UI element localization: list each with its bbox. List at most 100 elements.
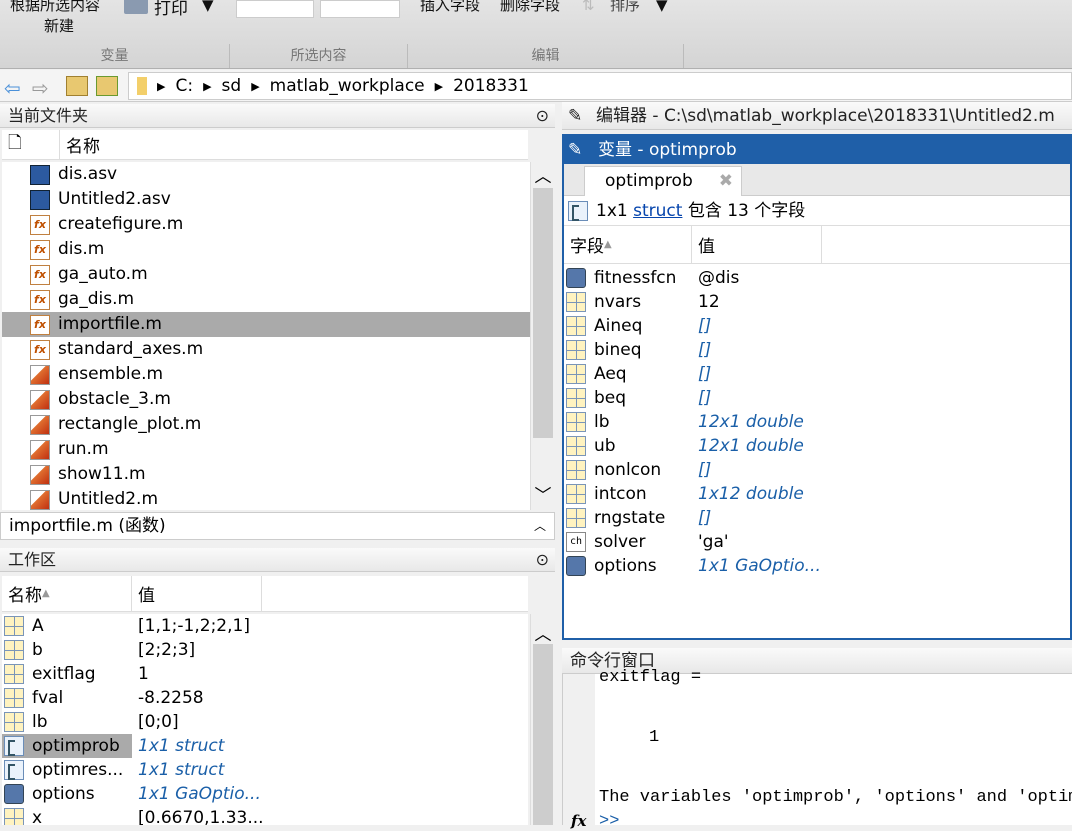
- forward-icon[interactable]: ⇨: [32, 76, 49, 100]
- struct-field[interactable]: options 1x1 GaOptio...: [564, 554, 1070, 578]
- file-item[interactable]: fx dis.m: [2, 237, 530, 262]
- struct-field[interactable]: rngstate []: [564, 506, 1070, 530]
- workspace-column-header: 名称 ▲ 值: [2, 576, 528, 612]
- file-item[interactable]: obstacle_3.m: [2, 387, 530, 412]
- details-panel[interactable]: importfile.m (函数) ︿: [0, 512, 555, 540]
- file-item[interactable]: Untitled2.asv: [2, 187, 530, 212]
- delete-field-button[interactable]: 删除字段: [500, 0, 560, 15]
- struct-field[interactable]: Aineq []: [564, 314, 1070, 338]
- workspace-variable[interactable]: optimprob 1x1 struct: [2, 734, 224, 758]
- workspace-variable[interactable]: x [0.6670,1.33...: [2, 806, 528, 825]
- file-item[interactable]: ensemble.m: [2, 362, 530, 387]
- new-from-selection-button[interactable]: 根据所选内容: [10, 0, 100, 15]
- output-line: exitflag =: [599, 668, 702, 687]
- char-icon: ch: [566, 532, 586, 552]
- prompt[interactable]: >>: [599, 812, 619, 831]
- item-name: standard_axes.m: [58, 339, 204, 359]
- item-value: -8.2258: [138, 687, 204, 708]
- field-column[interactable]: 字段 ▲: [564, 226, 692, 263]
- matrix-icon: [566, 292, 586, 312]
- panel-menu-icon[interactable]: ⊙: [536, 548, 549, 572]
- sort-button[interactable]: 排序: [610, 0, 640, 15]
- item-value: 1x1 struct: [138, 735, 225, 756]
- struct-link[interactable]: struct: [633, 201, 682, 221]
- item-value: []: [698, 315, 712, 336]
- workspace-variable[interactable]: fval -8.2258: [2, 686, 528, 710]
- file-item[interactable]: Untitled2.m: [2, 487, 530, 510]
- workspace-variable[interactable]: exitflag 1: [2, 662, 528, 686]
- file-item[interactable]: fx ga_dis.m: [2, 287, 530, 312]
- item-name: ub: [594, 435, 616, 456]
- workspace-variable[interactable]: b [2;2;3]: [2, 638, 528, 662]
- struct-field[interactable]: Aeq []: [564, 362, 1070, 386]
- name-column[interactable]: 名称 ▲: [2, 576, 132, 611]
- output-line: 1: [649, 728, 660, 747]
- file-item[interactable]: dis.asv: [2, 162, 530, 187]
- up-folder-icon[interactable]: [66, 76, 88, 96]
- chevron-down-icon[interactable]: ▼: [656, 0, 668, 14]
- file-scrollbar[interactable]: ︿ ﹀: [530, 162, 555, 510]
- item-value: 12x1 double: [698, 411, 804, 432]
- command-window[interactable]: exitflag = 1 The variables 'optimprob', …: [562, 668, 1072, 831]
- struct-field[interactable]: intcon 1x12 double: [564, 482, 1070, 506]
- workspace-variable[interactable]: options 1x1 GaOptio...: [2, 782, 528, 806]
- script-file-icon: [30, 464, 50, 485]
- name-column[interactable]: 名称: [60, 130, 528, 159]
- workspace-variable[interactable]: A [1,1;-1,2;2,1]: [2, 614, 528, 638]
- fx-icon[interactable]: fx: [571, 812, 586, 830]
- item-value: [1,1;-1,2;2,1]: [138, 615, 250, 636]
- struct-field[interactable]: nonlcon []: [564, 458, 1070, 482]
- editor-header[interactable]: ✎ 编辑器 - C:\sd\matlab_workplace\2018331\Un…: [562, 102, 1072, 130]
- struct-field[interactable]: ub 12x1 double: [564, 434, 1070, 458]
- panel-title: 工作区: [8, 550, 57, 569]
- struct-field[interactable]: nvars 12: [564, 290, 1070, 314]
- output-line: The variables 'optimprob', 'options' and…: [599, 788, 1072, 807]
- panel-menu-icon[interactable]: ⊙: [536, 104, 549, 128]
- file-item[interactable]: fx ga_auto.m: [2, 262, 530, 287]
- size-text: 1x1: [596, 201, 634, 221]
- item-name: fitnessfcn: [594, 267, 677, 288]
- struct-field[interactable]: bineq []: [564, 338, 1070, 362]
- file-item[interactable]: rectangle_plot.m: [2, 412, 530, 437]
- tab-optimprob[interactable]: optimprob ✖: [584, 166, 742, 196]
- breadcrumb[interactable]: 2018331: [453, 76, 529, 96]
- back-icon[interactable]: ⇦: [4, 76, 21, 100]
- row-field[interactable]: [236, 0, 314, 18]
- item-name: rectangle_plot.m: [58, 414, 202, 434]
- breadcrumb[interactable]: C:: [175, 76, 193, 96]
- struct-field[interactable]: fitnessfcn @dis: [564, 266, 1070, 290]
- struct-field[interactable]: lb 12x1 double: [564, 410, 1070, 434]
- item-value: [0.6670,1.33...: [138, 807, 264, 826]
- workspace-scrollbar[interactable]: ︿: [530, 614, 555, 825]
- variables-title: 变量 - optimprob: [598, 140, 737, 160]
- editor-title: 编辑器 - C:\sd\matlab_workplace\2018331\Unt…: [596, 106, 1055, 126]
- file-item[interactable]: show11.m: [2, 462, 530, 487]
- item-name: nonlcon: [594, 459, 662, 480]
- struct-icon: [568, 201, 588, 221]
- print-button[interactable]: 打印: [154, 0, 188, 19]
- file-item[interactable]: fx importfile.m: [2, 312, 530, 337]
- item-name: createfigure.m: [58, 214, 184, 234]
- column-field[interactable]: [320, 0, 400, 18]
- chevron-down-icon[interactable]: ▼: [202, 0, 214, 14]
- struct-field[interactable]: beq []: [564, 386, 1070, 410]
- path-field[interactable]: ▶ C: ▶ sd ▶ matlab_workplace ▶ 2018331: [128, 72, 1072, 100]
- variables-editor: ✎ 变量 - optimprob optimprob ✖ 1x1 struct 包含…: [562, 134, 1072, 640]
- value-column[interactable]: 值: [132, 576, 262, 611]
- file-item[interactable]: fx standard_axes.m: [2, 337, 530, 362]
- breadcrumb[interactable]: sd: [222, 76, 242, 96]
- field-column-header: 字段 ▲ 值: [564, 226, 1070, 264]
- breadcrumb[interactable]: matlab_workplace: [270, 76, 425, 96]
- matrix-icon: [566, 412, 586, 432]
- workspace-variable[interactable]: lb [0;0]: [2, 710, 528, 734]
- item-value: 1x1 GaOptio...: [698, 555, 821, 576]
- close-icon[interactable]: ✖: [719, 167, 733, 195]
- workspace-variable[interactable]: optimres... 1x1 struct: [2, 758, 528, 782]
- browse-folder-icon[interactable]: [96, 76, 118, 96]
- file-item[interactable]: run.m: [2, 437, 530, 462]
- file-item[interactable]: fx createfigure.m: [2, 212, 530, 237]
- insert-field-button[interactable]: 插入字段: [420, 0, 480, 15]
- value-column[interactable]: 值: [692, 226, 822, 263]
- struct-field[interactable]: ch solver 'ga': [564, 530, 1070, 554]
- function-file-icon: fx: [30, 339, 50, 360]
